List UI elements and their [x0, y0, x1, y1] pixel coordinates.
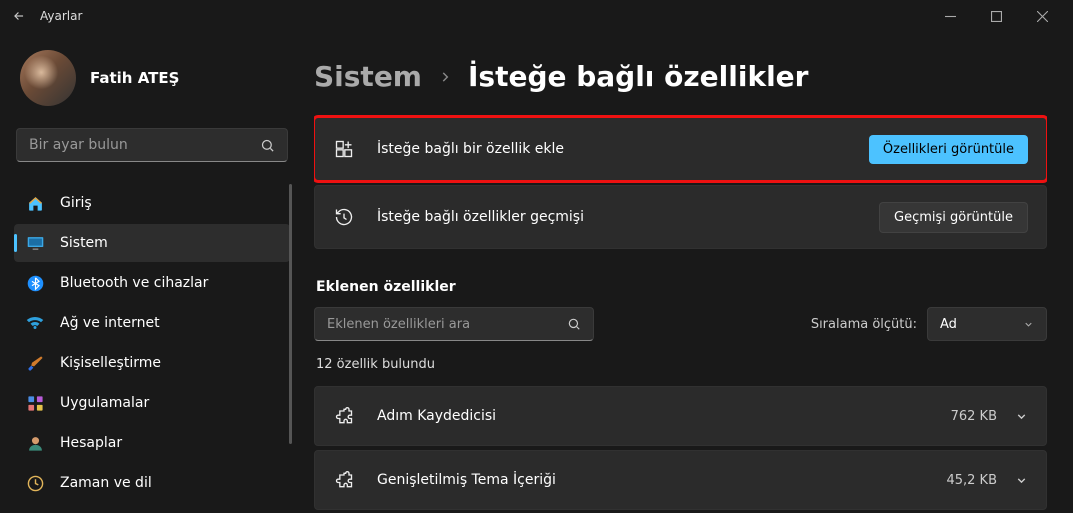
feature-name: Adım Kaydedicisi	[377, 408, 496, 424]
card-feature-history: İsteğe bağlı özellikler geçmişi Geçmişi …	[314, 185, 1047, 249]
user-name: Fatih ATEŞ	[90, 69, 179, 87]
card-label: İsteğe bağlı özellikler geçmişi	[377, 209, 584, 225]
settings-search[interactable]	[16, 128, 288, 162]
home-icon	[26, 194, 44, 212]
settings-search-input[interactable]	[29, 137, 260, 153]
accounts-icon	[26, 434, 44, 452]
nav-item-bluetooth[interactable]: Bluetooth ve cihazlar	[14, 264, 290, 302]
add-feature-icon	[333, 139, 355, 159]
nav-item-system[interactable]: Sistem	[14, 224, 290, 262]
apps-icon	[26, 394, 44, 412]
chevron-right-icon	[438, 70, 452, 84]
breadcrumb: Sistem İsteğe bağlı özellikler	[314, 32, 1047, 117]
avatar	[20, 50, 76, 106]
search-icon	[260, 138, 275, 153]
bluetooth-icon	[26, 274, 44, 292]
installed-search-input[interactable]	[327, 317, 567, 332]
chevron-down-icon	[1015, 410, 1028, 423]
nav-label: Bluetooth ve cihazlar	[60, 275, 208, 291]
nav-label: Zaman ve dil	[60, 475, 152, 491]
page-title: İsteğe bağlı özellikler	[468, 60, 809, 93]
minimize-button[interactable]	[927, 0, 973, 32]
nav-label: Sistem	[60, 235, 108, 251]
nav: Giriş Sistem Bluetooth ve cihazlar Ağ ve…	[14, 184, 290, 502]
installed-search[interactable]	[314, 307, 594, 341]
nav-item-apps[interactable]: Uygulamalar	[14, 384, 290, 422]
sidebar: Fatih ATEŞ Giriş Sistem Bluetooth ve cih…	[0, 32, 300, 513]
clock-globe-icon	[26, 474, 44, 492]
puzzle-icon	[333, 470, 355, 490]
nav-item-time-language[interactable]: Zaman ve dil	[14, 464, 290, 502]
window-title: Ayarlar	[40, 9, 82, 23]
chevron-down-icon	[1015, 474, 1028, 487]
main-content: Sistem İsteğe bağlı özellikler İsteğe ba…	[300, 32, 1073, 513]
breadcrumb-parent[interactable]: Sistem	[314, 60, 422, 93]
feature-count: 12 özellik bulundu	[316, 357, 1047, 372]
card-label: İsteğe bağlı bir özellik ekle	[377, 141, 564, 157]
nav-label: Kişiselleştirme	[60, 355, 161, 371]
nav-item-home[interactable]: Giriş	[14, 184, 290, 222]
back-button[interactable]	[12, 9, 26, 23]
wifi-icon	[26, 314, 44, 332]
history-icon	[333, 207, 355, 227]
system-icon	[26, 234, 44, 252]
sort-value: Ad	[940, 317, 957, 332]
feature-name: Genişletilmiş Tema İçeriği	[377, 472, 556, 488]
feature-size: 762 KB	[951, 409, 997, 424]
profile-block[interactable]: Fatih ATEŞ	[14, 32, 290, 128]
feature-row[interactable]: Genişletilmiş Tema İçeriği 45,2 KB	[314, 450, 1047, 510]
search-icon	[567, 317, 581, 331]
view-features-button[interactable]: Özellikleri görüntüle	[869, 135, 1028, 164]
nav-label: Giriş	[60, 195, 92, 211]
chevron-down-icon	[1023, 319, 1034, 330]
card-add-optional-feature: İsteğe bağlı bir özellik ekle Özellikler…	[314, 117, 1047, 181]
close-button[interactable]	[1019, 0, 1065, 32]
nav-item-accounts[interactable]: Hesaplar	[14, 424, 290, 462]
brush-icon	[26, 354, 44, 372]
nav-label: Ağ ve internet	[60, 315, 160, 331]
maximize-button[interactable]	[973, 0, 1019, 32]
feature-size: 45,2 KB	[946, 473, 997, 488]
titlebar: Ayarlar	[0, 0, 1073, 32]
view-history-button[interactable]: Geçmişi görüntüle	[879, 202, 1028, 233]
installed-heading: Eklenen özellikler	[316, 279, 1047, 295]
sort-label: Sıralama ölçütü:	[811, 317, 917, 332]
puzzle-icon	[333, 406, 355, 426]
sort-dropdown[interactable]: Ad	[927, 307, 1047, 341]
nav-item-personalization[interactable]: Kişiselleştirme	[14, 344, 290, 382]
nav-item-network[interactable]: Ağ ve internet	[14, 304, 290, 342]
nav-label: Uygulamalar	[60, 395, 149, 411]
feature-row[interactable]: Adım Kaydedicisi 762 KB	[314, 386, 1047, 446]
nav-label: Hesaplar	[60, 435, 122, 451]
